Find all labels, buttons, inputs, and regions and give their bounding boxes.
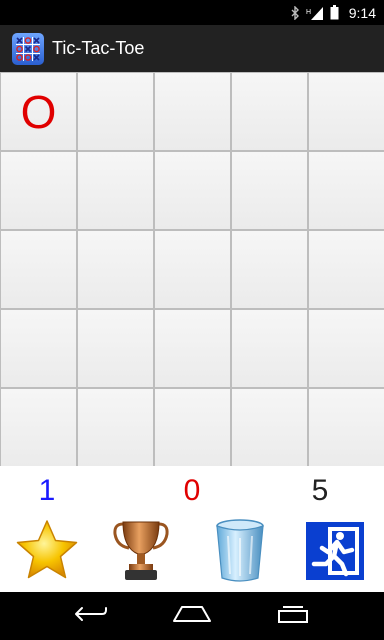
board-cell[interactable]: [155, 73, 230, 150]
status-bar: H 9:14: [0, 0, 384, 25]
board-cell[interactable]: [232, 152, 307, 229]
tic-tac-toe-app-icon: [12, 32, 44, 65]
board-cell[interactable]: [78, 231, 153, 308]
exit-button[interactable]: [300, 518, 370, 588]
board-cell[interactable]: [1, 231, 76, 308]
action-bar: Tic-Tac-Toe: [0, 25, 384, 72]
board-cell[interactable]: [309, 152, 384, 229]
player-one-score: 1: [38, 474, 56, 507]
exit-icon: [306, 521, 364, 585]
game-board: O: [0, 72, 384, 466]
screen: H 9:14 Tic-Tac-Toe O 1 0 5: [0, 0, 384, 640]
score-row: 1 0 5: [0, 474, 384, 514]
back-button[interactable]: [67, 598, 115, 634]
trophy-icon: [111, 518, 171, 589]
board-cell[interactable]: [78, 310, 153, 387]
board-cell[interactable]: [1, 152, 76, 229]
board-cell[interactable]: [155, 152, 230, 229]
home-icon: [172, 605, 212, 628]
navigation-bar: [0, 592, 384, 640]
app-title: Tic-Tac-Toe: [52, 38, 145, 58]
board-cell[interactable]: [78, 73, 153, 150]
draws-score: 5: [311, 474, 329, 507]
board-cell[interactable]: [1, 310, 76, 387]
recent-apps-button[interactable]: [269, 598, 317, 634]
board-cell[interactable]: [309, 310, 384, 387]
svg-text:H: H: [306, 9, 311, 16]
board-cell[interactable]: [309, 73, 384, 150]
board-cell[interactable]: [78, 152, 153, 229]
status-time: 9:14: [348, 4, 376, 21]
board-cell[interactable]: O: [1, 73, 76, 150]
board-cell[interactable]: [232, 73, 307, 150]
bottom-panel: 1 0 5: [0, 466, 384, 592]
board-cell[interactable]: [309, 389, 384, 466]
board-cell[interactable]: [232, 389, 307, 466]
board-cell[interactable]: [1, 389, 76, 466]
player-two-score: 0: [183, 474, 201, 507]
trophy-button[interactable]: [106, 518, 176, 588]
battery-icon: [330, 5, 339, 20]
trash-bin-icon: [214, 518, 266, 589]
board-cell[interactable]: [155, 389, 230, 466]
board-cell[interactable]: [155, 310, 230, 387]
board-cell[interactable]: [155, 231, 230, 308]
recent-apps-icon: [277, 605, 309, 628]
signal-icon: H: [306, 6, 324, 20]
board-cell[interactable]: [232, 310, 307, 387]
star-button[interactable]: [12, 518, 82, 588]
board-cell[interactable]: [232, 231, 307, 308]
star-icon: [14, 518, 80, 589]
toolbar: [0, 518, 384, 588]
home-button[interactable]: [168, 598, 216, 634]
back-icon: [74, 606, 108, 627]
board-cell[interactable]: [309, 231, 384, 308]
board-cell[interactable]: [78, 389, 153, 466]
trash-button[interactable]: [205, 518, 275, 588]
bluetooth-icon: [290, 5, 300, 20]
